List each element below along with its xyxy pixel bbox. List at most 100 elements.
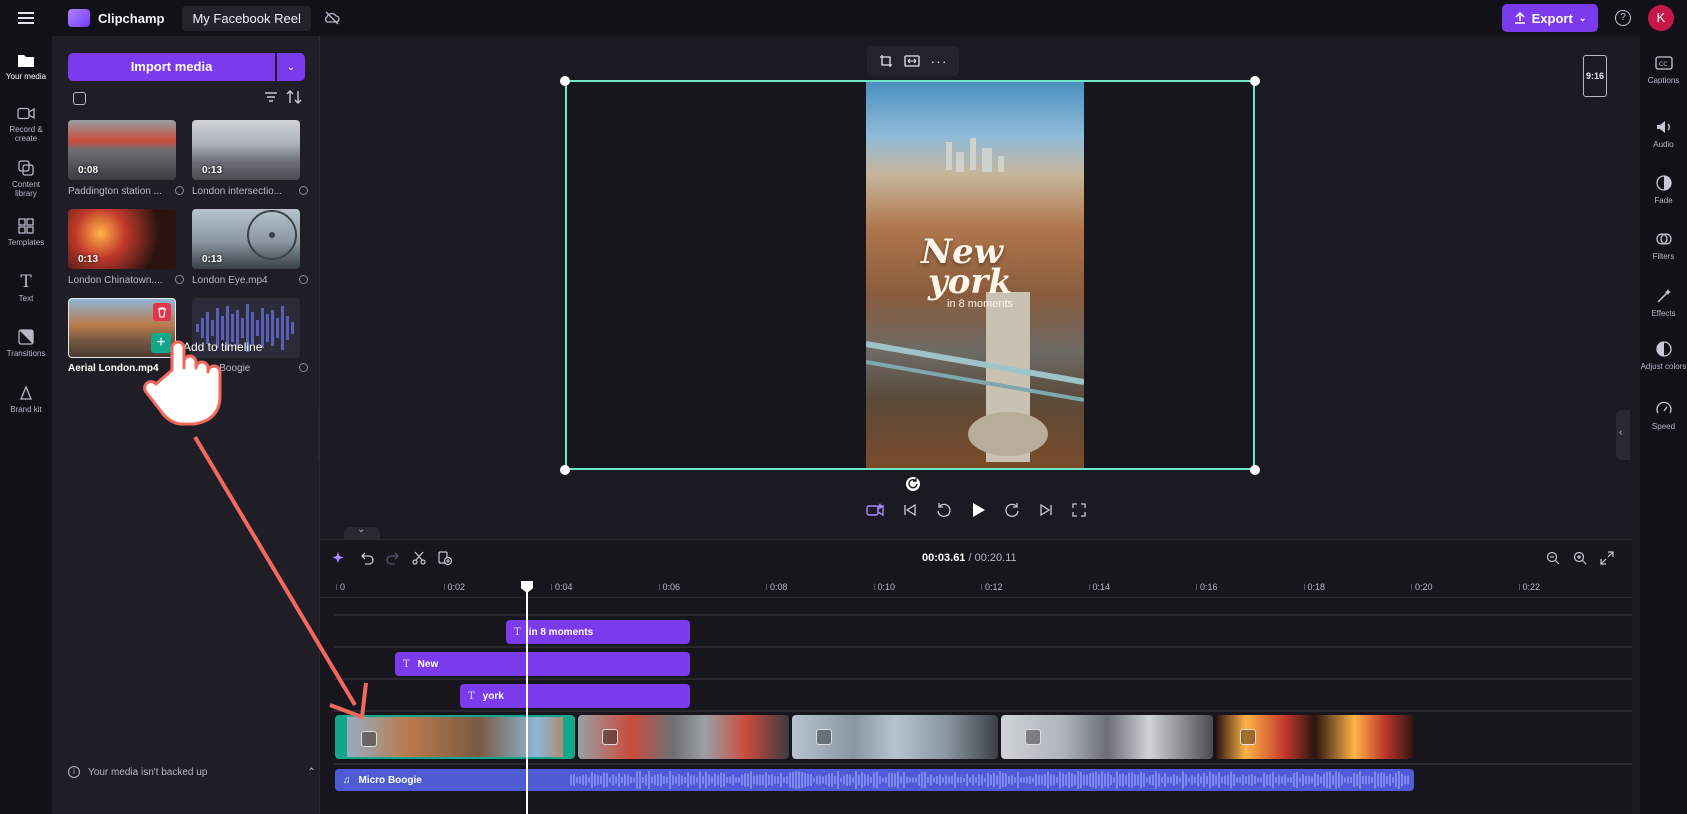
fit-timeline-icon[interactable] bbox=[1600, 551, 1614, 565]
waveform-bar bbox=[621, 776, 623, 784]
trim-handle-right[interactable] bbox=[563, 717, 573, 757]
rp-effects[interactable]: Effects bbox=[1640, 287, 1687, 318]
text-clip[interactable]: Tin 8 moments bbox=[506, 620, 690, 644]
resize-handle[interactable] bbox=[1250, 76, 1260, 86]
filter-icon[interactable] bbox=[264, 91, 278, 103]
waveform-bar bbox=[795, 771, 797, 789]
collapse-timeline-button[interactable]: ⌄ bbox=[344, 524, 380, 539]
mute-icon[interactable] bbox=[816, 729, 832, 745]
resize-handle[interactable] bbox=[560, 465, 570, 475]
mute-icon[interactable] bbox=[602, 729, 618, 745]
waveform-bar bbox=[996, 775, 998, 785]
rp-label: Filters bbox=[1652, 252, 1675, 261]
text-clip[interactable]: Tyork bbox=[460, 684, 690, 708]
waveform-bar bbox=[879, 776, 881, 784]
nav-brand-kit[interactable]: Brand kit bbox=[0, 385, 52, 414]
waveform-bar bbox=[738, 777, 740, 783]
crop-icon[interactable] bbox=[879, 54, 893, 68]
menu-icon[interactable] bbox=[0, 0, 52, 36]
time-ruler[interactable]: 0 0:02 0:04 0:06 0:08 0:10 0:12 0:14 0:16 0:18 0:2… bbox=[320, 576, 1632, 598]
nav-your-media[interactable]: Your media bbox=[0, 52, 52, 81]
ruler-tick bbox=[658, 584, 660, 590]
more-options-icon[interactable]: ··· bbox=[931, 53, 948, 69]
waveform-bar bbox=[1212, 773, 1214, 787]
media-thumbnail[interactable]: 0:13 bbox=[192, 209, 300, 269]
media-thumbnail[interactable]: 0:13 bbox=[192, 120, 300, 180]
waveform-bar bbox=[1269, 774, 1271, 786]
resize-handle[interactable] bbox=[560, 76, 570, 86]
waveform-bar bbox=[948, 776, 950, 784]
avatar[interactable]: K bbox=[1648, 5, 1674, 31]
zoom-out-icon[interactable] bbox=[1546, 551, 1560, 565]
media-thumbnail-selected[interactable]: + bbox=[68, 298, 176, 358]
waveform-bar bbox=[933, 777, 935, 783]
video-clip-chinatown[interactable] bbox=[1216, 715, 1414, 759]
mute-icon[interactable] bbox=[1025, 729, 1041, 745]
add-media-icon[interactable] bbox=[438, 551, 452, 565]
media-name-text: Paddington station ... bbox=[68, 186, 162, 197]
nav-label: Templates bbox=[7, 238, 45, 247]
waveform-bar bbox=[1350, 777, 1352, 783]
collapse-properties-button[interactable]: ‹ bbox=[1616, 410, 1630, 460]
mute-icon[interactable] bbox=[361, 731, 377, 747]
mute-icon[interactable] bbox=[1240, 729, 1256, 745]
undo-icon[interactable] bbox=[360, 551, 374, 565]
playhead[interactable] bbox=[526, 585, 528, 814]
overlay-subtitle[interactable]: in 8 moments bbox=[947, 298, 1013, 310]
cloud-off-icon[interactable] bbox=[323, 9, 341, 27]
sort-icon[interactable] bbox=[286, 90, 302, 104]
redo-icon[interactable] bbox=[386, 551, 400, 565]
rotate-handle[interactable] bbox=[906, 477, 920, 491]
rotate-icon bbox=[908, 478, 918, 489]
nav-templates[interactable]: Templates bbox=[0, 218, 52, 247]
fullscreen-icon[interactable] bbox=[1072, 503, 1086, 517]
import-dropdown-button[interactable]: ⌄ bbox=[277, 53, 305, 81]
export-button[interactable]: Export ⌄ bbox=[1502, 4, 1598, 32]
trim-handle-left[interactable] bbox=[337, 717, 347, 757]
nav-transitions[interactable]: Transitions bbox=[0, 329, 52, 358]
split-scissors-icon[interactable] bbox=[412, 551, 426, 565]
text-clip[interactable]: T New bbox=[395, 652, 690, 676]
rp-adjust-colors[interactable]: Adjust colors bbox=[1640, 340, 1687, 371]
video-clip-london-intersection[interactable] bbox=[1001, 715, 1213, 759]
help-icon[interactable]: ? bbox=[1615, 10, 1631, 26]
audio-clip[interactable]: ♫ Micro Boogie bbox=[335, 769, 1414, 791]
delete-button[interactable] bbox=[153, 303, 171, 321]
nav-content-library[interactable]: Content library bbox=[0, 160, 52, 198]
rp-filters[interactable]: Filters bbox=[1640, 230, 1687, 261]
magic-sparkle-icon[interactable] bbox=[332, 551, 346, 565]
play-icon[interactable] bbox=[970, 502, 986, 518]
aspect-ratio-button[interactable]: 9:16 bbox=[1583, 55, 1607, 97]
rewind-5-icon[interactable] bbox=[935, 502, 951, 518]
nav-record-create[interactable]: Record & create bbox=[0, 105, 52, 143]
ruler-tick bbox=[873, 584, 875, 590]
zoom-in-icon[interactable] bbox=[1573, 551, 1587, 565]
waveform-bar bbox=[678, 774, 680, 786]
import-media-button[interactable]: Import media bbox=[68, 53, 275, 81]
waveform-bar bbox=[744, 773, 746, 787]
media-thumbnail[interactable]: 0:13 bbox=[68, 209, 176, 269]
video-clip-aerial-london[interactable] bbox=[335, 715, 575, 759]
rp-audio[interactable]: Audio bbox=[1640, 118, 1687, 149]
rp-speed[interactable]: Speed bbox=[1640, 400, 1687, 431]
resize-handle[interactable] bbox=[1250, 465, 1260, 475]
media-thumbnail[interactable]: 0:08 bbox=[68, 120, 176, 180]
fit-icon[interactable] bbox=[903, 55, 920, 67]
video-clip-paddington[interactable] bbox=[578, 715, 789, 759]
video-clip-london-eye[interactable] bbox=[792, 715, 998, 759]
magic-camera-icon[interactable] bbox=[866, 502, 884, 518]
waveform-bar bbox=[1047, 771, 1049, 789]
rp-captions[interactable]: CC Captions bbox=[1640, 54, 1687, 85]
waveform-bar bbox=[921, 772, 923, 788]
skip-forward-icon[interactable] bbox=[1039, 503, 1053, 517]
add-to-timeline-button[interactable]: + bbox=[151, 333, 171, 353]
waveform-bar bbox=[1095, 771, 1097, 789]
forward-5-icon[interactable] bbox=[1005, 502, 1021, 518]
rp-fade[interactable]: Fade bbox=[1640, 174, 1687, 205]
select-all-checkbox[interactable] bbox=[73, 92, 86, 105]
nav-text[interactable]: T Text bbox=[0, 273, 52, 303]
backup-notice[interactable]: i Your media isn't backed up ⌃ bbox=[68, 766, 316, 778]
skip-back-icon[interactable] bbox=[903, 503, 917, 517]
project-title-input[interactable]: My Facebook Reel bbox=[182, 5, 311, 31]
overlay-title-york[interactable]: york bbox=[928, 265, 1012, 299]
